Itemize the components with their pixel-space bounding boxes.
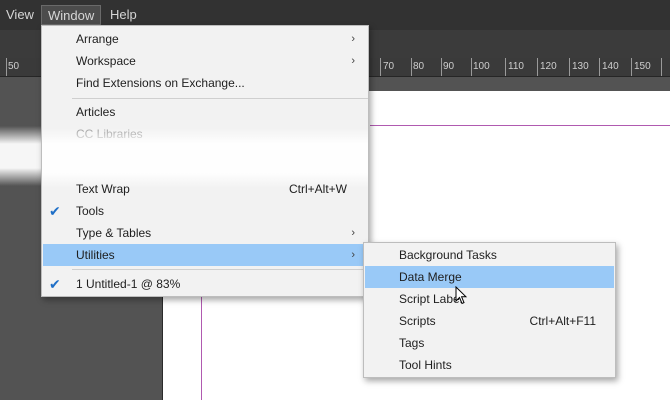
submenu-item-tags[interactable]: Tags [365,332,614,354]
submenu-item-label: Tool Hints [399,358,452,372]
menu-item-label: Utilities [76,248,115,262]
ruler-tick [6,58,7,76]
window-menu: Arrange › Workspace › Find Extensions on… [41,25,369,297]
menu-item-articles[interactable]: Articles [43,101,367,123]
ruler-tick [661,58,662,76]
ruler-label: 70 [383,61,395,72]
ruler-tick [569,58,570,76]
menu-item-label: Workspace [76,54,136,68]
menu-item-document-untitled[interactable]: ✔ 1 Untitled-1 @ 83% [43,273,367,295]
ruler-label: 130 [572,61,589,72]
submenu-item-tool-hints[interactable]: Tool Hints [365,354,614,376]
submenu-item-label: Script Label [399,292,463,306]
menu-item-text-wrap[interactable]: Text Wrap Ctrl+Alt+W [43,178,367,200]
ruler-tick [537,58,538,76]
ruler-tick [631,58,632,76]
ruler-tick [471,58,472,76]
ruler-tick [441,58,442,76]
ruler-tick [505,58,506,76]
menu-item-label: Text Wrap [76,182,130,196]
submenu-item-label: Scripts [399,314,436,328]
menu-item-label: Articles [76,105,116,119]
ruler-tick [380,58,381,76]
submenu-item-background-tasks[interactable]: Background Tasks [365,244,614,266]
mouse-pointer-icon [455,286,467,305]
ruler-label: 150 [634,61,651,72]
menu-item-label: Arrange [76,32,119,46]
checkmark-icon: ✔ [49,276,61,292]
submenu-item-scripts[interactable]: Scripts Ctrl+Alt+F11 [365,310,614,332]
menu-item-find-extensions[interactable]: Find Extensions on Exchange... [43,72,367,94]
menu-item-utilities[interactable]: Utilities › [43,244,367,266]
menu-item-shortcut: Ctrl+Alt+W [288,182,347,196]
menu-item-workspace[interactable]: Workspace › [43,50,367,72]
menu-window[interactable]: Window [41,5,101,25]
chevron-right-icon: › [351,33,355,45]
menu-separator [72,98,368,99]
submenu-item-shortcut: Ctrl+Alt+F11 [529,314,596,328]
ruler-label: 140 [602,61,619,72]
ruler-label: 120 [540,61,557,72]
ruler-label: 110 [508,61,524,72]
margin-guide-horizontal [370,125,670,126]
menu-item-label: Find Extensions on Exchange... [76,76,245,90]
submenu-item-label: Background Tasks [399,248,497,262]
menu-item-arrange[interactable]: Arrange › [43,28,367,50]
ruler-label: 100 [473,61,490,72]
menu-item-label: Tools [76,204,105,218]
menu-help[interactable]: Help [104,5,143,25]
menu-item-type-tables[interactable]: Type & Tables › [43,222,367,244]
menu-item-label: Type & Tables [76,226,152,240]
ruler-label: 50 [8,61,20,72]
menu-view[interactable]: View [0,5,40,25]
menu-item-cc-libraries: CC Libraries [43,123,367,145]
menu-item-tools[interactable]: ✔ Tools [43,200,367,222]
ruler-label: 80 [413,61,425,72]
margin-guide-vertical [201,296,202,400]
submenu-item-label: Data Merge [399,270,462,284]
menu-item-label: CC Libraries [76,127,143,141]
menu-separator [72,269,368,270]
ruler-tick [599,58,600,76]
ruler-label: 90 [443,61,455,72]
ruler-tick [411,58,412,76]
menu-item-label: 1 Untitled-1 @ 83% [76,277,181,291]
submenu-item-script-label[interactable]: Script Label [365,288,614,310]
chevron-right-icon: › [351,227,355,239]
chevron-right-icon: › [351,249,355,261]
submenu-item-data-merge[interactable]: Data Merge [365,266,614,288]
utilities-submenu: Background Tasks Data Merge Script Label… [363,242,616,378]
checkmark-icon: ✔ [49,203,61,219]
submenu-item-label: Tags [399,336,425,350]
chevron-right-icon: › [351,55,355,67]
